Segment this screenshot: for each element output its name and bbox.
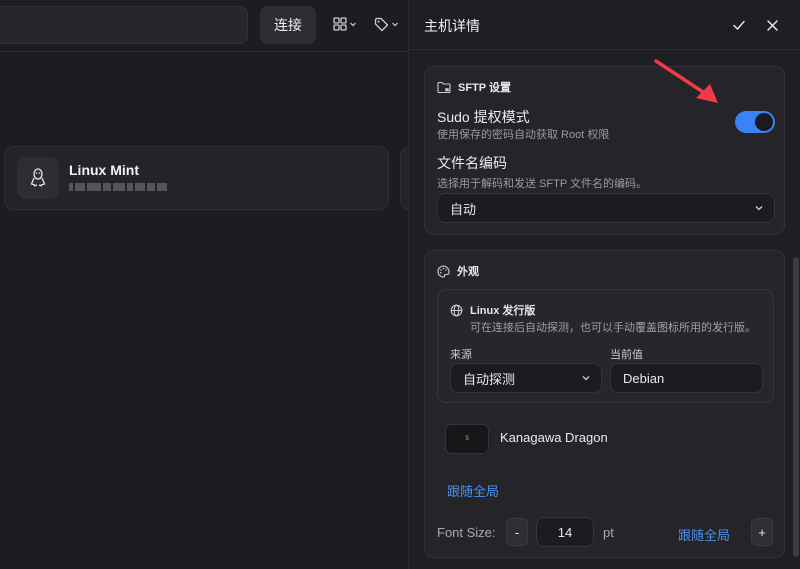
close-icon [766,19,778,31]
linux-distro-card: Linux 发行版 可在连接后自动探测，也可以手动覆盖图标所用的发行版。 来源 … [437,289,774,403]
filename-encoding-value: 自动 [450,201,477,217]
host-avatar [17,157,59,199]
view-toggle-button[interactable] [333,14,357,34]
chevron-down-icon [571,373,601,383]
font-size-unit: pt [603,525,614,540]
distro-header: Linux 发行版 [450,302,535,318]
sudo-mode-label: Sudo 提权模式 [437,109,530,125]
distro-source-select[interactable]: 自动探测 [450,363,602,393]
source-label: 来源 [450,349,472,361]
grid-icon [333,17,347,31]
filename-encoding-select[interactable]: 自动 [437,193,775,223]
tag-filter-button[interactable] [374,14,399,34]
globe-icon [450,304,463,316]
tag-icon [374,17,389,31]
host-list-area: 连接 Linux Mint [0,0,408,569]
host-address-redacted [69,182,167,192]
panel-title: 主机详情 [424,18,480,34]
host-details-panel: 主机详情 SFTP 设置 Sudo 提权模式 使用保存的密码自动获取 Root … [408,0,800,569]
sftp-section-title: SFTP 设置 [458,82,511,94]
filename-encoding-description: 选择用于解码和发送 SFTP 文件名的编码。 [437,178,648,190]
sudo-mode-toggle[interactable] [735,111,775,133]
follow-global-theme-link[interactable]: 跟随全局 [447,481,499,500]
panel-header: 主机详情 [409,0,800,50]
sftp-section-header: SFTP 设置 [437,79,511,95]
theme-name[interactable]: Kanagawa Dragon [500,430,608,445]
chevron-down-icon [350,22,356,27]
distro-source-value: 自动探测 [463,371,516,387]
annotation-arrow-icon [654,59,718,103]
search-input[interactable] [0,6,248,44]
close-button[interactable] [762,15,782,35]
follow-global-font-link[interactable]: 跟随全局 [678,525,730,544]
chevron-down-icon [392,22,398,27]
appearance-section-header: 外观 [437,263,479,279]
confirm-button[interactable] [729,15,749,35]
font-size-decrease-button[interactable]: - [506,518,528,546]
sudo-mode-description: 使用保存的密码自动获取 Root 权限 [437,129,610,141]
font-size-label: Font Size: [437,525,496,540]
linux-tux-icon [30,168,46,187]
host-card[interactable]: Linux Mint [4,146,389,210]
host-name: Linux Mint [69,162,139,178]
distro-description: 可在连接后自动探测，也可以手动覆盖图标所用的发行版。 [470,322,756,334]
font-size-increase-button[interactable]: + [751,518,773,546]
current-value-label: 当前值 [610,349,643,361]
check-icon [733,20,745,30]
filename-encoding-label: 文件名编码 [437,155,507,171]
scrollbar-thumb[interactable] [793,257,799,557]
appearance-section: 外观 Linux 发行版 可在连接后自动探测，也可以手动覆盖图标所用的发行版。 … [424,250,785,558]
toggle-knob [755,113,773,131]
host-card-partial[interactable] [400,146,408,210]
distro-title: Linux 发行版 [470,305,536,317]
distro-current-value-field[interactable]: Debian [610,363,763,393]
palette-icon [437,264,450,278]
appearance-section-title: 外观 [457,266,479,278]
folder-lock-icon [437,81,451,93]
theme-preview-thumbnail[interactable]: $ [445,424,489,454]
panel-scrollbar[interactable] [792,52,800,569]
connect-button[interactable]: 连接 [260,6,316,44]
top-toolbar: 连接 [0,0,408,52]
font-size-input[interactable]: 14 [536,517,594,547]
sftp-settings-section: SFTP 设置 Sudo 提权模式 使用保存的密码自动获取 Root 权限 文件… [424,66,785,235]
distro-current-value: Debian [623,370,665,386]
chevron-down-icon [744,203,774,213]
